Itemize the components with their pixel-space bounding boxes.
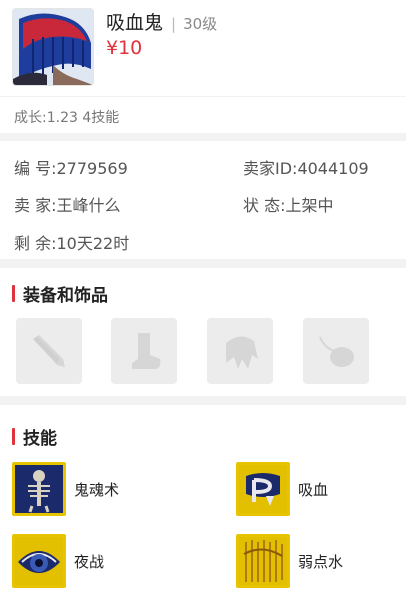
- remaining-value: 10天22时: [56, 234, 130, 253]
- pet-name: 吸血鬼: [106, 12, 164, 34]
- accessory-icon: [319, 336, 354, 367]
- skill-icon-container: [236, 462, 290, 516]
- seller-id-row: 卖家ID:4044109: [243, 155, 369, 179]
- eye-icon: [15, 537, 63, 585]
- boots-icon: [132, 333, 161, 369]
- section-accent-bar: [12, 284, 15, 302]
- armor-icon: [226, 336, 258, 369]
- status-row: 状 态:上架中: [243, 192, 334, 216]
- skill-item[interactable]: 吸血: [236, 461, 396, 517]
- seller-label: 卖 家:: [14, 196, 57, 215]
- skills-title: 技能: [23, 428, 57, 449]
- equip-slot-accessory[interactable]: [303, 318, 369, 384]
- water-icon: [239, 537, 287, 585]
- equipment-heading: 装备和饰品: [12, 282, 108, 306]
- seller-row: 卖 家:王峰什么: [14, 192, 121, 216]
- equip-slot-armor[interactable]: [207, 318, 273, 384]
- skill-item[interactable]: 鬼魂术: [12, 461, 172, 517]
- vampire-portrait-icon: [13, 9, 93, 85]
- pet-avatar[interactable]: [12, 8, 94, 86]
- skill-icon-container: [12, 462, 66, 516]
- seller-value[interactable]: 王峰什么: [56, 196, 120, 215]
- status-label: 状 态:: [243, 196, 286, 215]
- fang-icon: [239, 465, 287, 513]
- listing-info: 编 号:2779569 卖家ID:4044109 卖 家:王峰什么 状 态:上架…: [0, 141, 406, 259]
- equipment-title: 装备和饰品: [23, 285, 108, 306]
- growth-bar: 成长:1.23 4技能: [0, 97, 406, 133]
- seller-id-label: 卖家ID:: [243, 159, 298, 178]
- section-accent-bar: [12, 427, 15, 445]
- id-value: 2779569: [56, 159, 128, 178]
- skill-name: 鬼魂术: [74, 480, 120, 499]
- id-label: 编 号:: [14, 159, 57, 178]
- pet-price: ¥10: [106, 37, 143, 59]
- pet-level: 30级: [183, 15, 218, 33]
- remaining-row: 剩 余:10天22时: [14, 230, 129, 254]
- equip-slot-boots[interactable]: [111, 318, 177, 384]
- status-value: 上架中: [285, 196, 334, 215]
- skill-icon-container: [12, 534, 66, 588]
- weapon-icon: [33, 335, 65, 367]
- skills-heading: 技能: [12, 425, 57, 449]
- pet-header: 吸血鬼 | 30级 ¥10: [0, 0, 406, 96]
- remaining-label: 剩 余:: [14, 234, 57, 253]
- skill-item[interactable]: 弱点水: [236, 533, 396, 589]
- skill-name: 弱点水: [298, 552, 344, 571]
- skill-name: 吸血: [298, 480, 329, 499]
- skill-icon-container: [236, 534, 290, 588]
- skills-section: 技能 鬼魂术 吸血 夜战 弱点水: [0, 405, 406, 609]
- growth-text: 成长:1.23 4技能: [14, 110, 120, 126]
- seller-id-value: 4044109: [297, 159, 369, 178]
- pet-name-row: 吸血鬼 | 30级: [106, 8, 217, 35]
- equipment-section: 装备和饰品: [0, 268, 406, 396]
- skill-item[interactable]: 夜战: [12, 533, 172, 589]
- skill-name: 夜战: [74, 552, 105, 571]
- equip-slot-weapon[interactable]: [16, 318, 82, 384]
- skeleton-icon: [15, 465, 63, 513]
- name-separator: |: [171, 15, 177, 33]
- id-row: 编 号:2779569: [14, 155, 128, 179]
